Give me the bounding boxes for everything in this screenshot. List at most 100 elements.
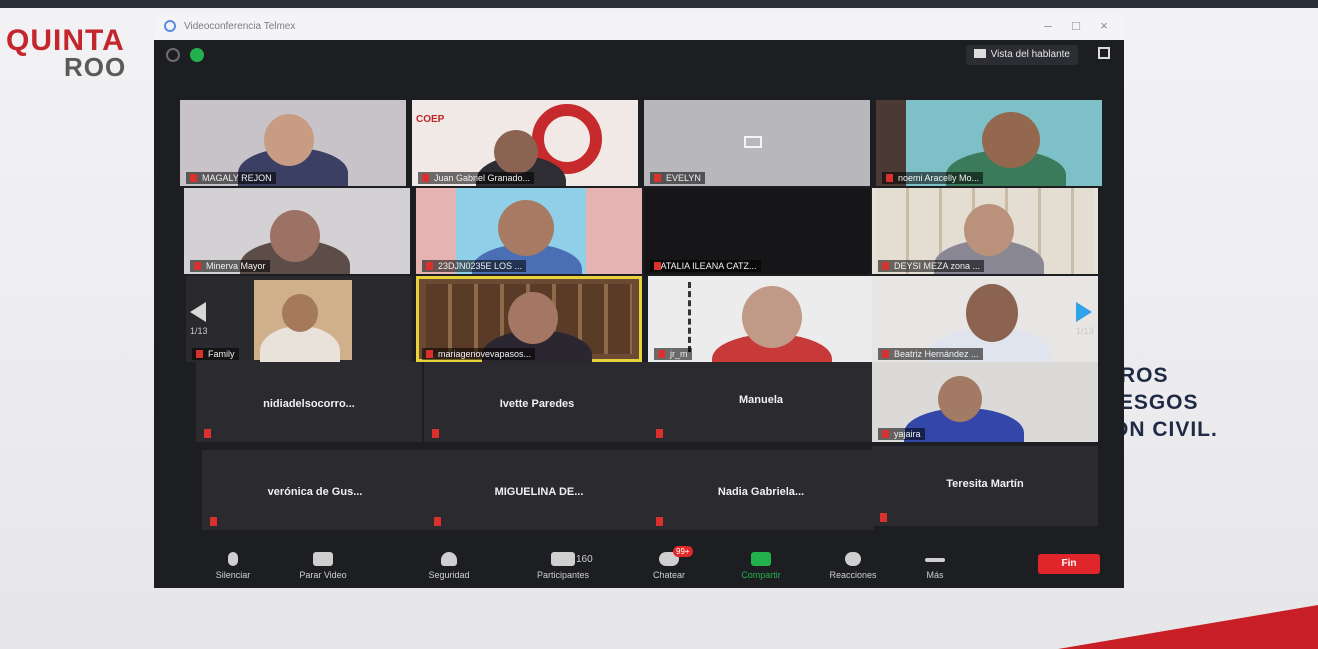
microphone-icon	[228, 552, 238, 566]
muted-mic-icon	[656, 517, 663, 526]
red-swoosh-decoration	[1058, 605, 1318, 649]
window-title: Videoconferencia Telmex	[184, 21, 296, 32]
window-titlebar[interactable]: Videoconferencia Telmex – □ ×	[154, 14, 1124, 40]
participant-name: EVELYN	[650, 172, 705, 184]
chat-badge: 99+	[673, 546, 693, 557]
participant-name: Nadia Gabriela...	[717, 486, 805, 498]
participant-name: Manuela	[738, 394, 783, 406]
participant-tile[interactable]: Manuela	[648, 362, 874, 442]
encryption-shield-icon[interactable]	[190, 48, 205, 62]
participant-name: nidiadelsocorro...	[263, 398, 355, 410]
participant-tile[interactable]: Nadia Gabriela...	[648, 450, 874, 530]
participants-button[interactable]: 160 Participantes	[518, 552, 608, 580]
chat-button[interactable]: 99+ Chatear	[624, 546, 714, 580]
participant-tile[interactable]: Beatriz Hernández ...	[872, 276, 1098, 362]
participant-tile[interactable]: 23DJN0235E LOS ...	[416, 188, 642, 274]
reactions-button[interactable]: Reacciones	[808, 552, 898, 580]
participant-name: DEYSI MEZA zona ...	[878, 260, 985, 272]
muted-mic-icon	[204, 429, 211, 438]
participant-name: verónica de Gus...	[267, 486, 363, 498]
more-label: Más	[926, 570, 944, 580]
fullscreen-icon[interactable]	[1098, 47, 1110, 59]
slide-text: ROS IESGOS ON CIVIL.	[1112, 362, 1218, 443]
participant-tile[interactable]: MIGUELINA DE...	[426, 450, 652, 530]
chat-label: Chatear	[652, 570, 686, 580]
participant-tile[interactable]: Teresita Martín	[872, 446, 1098, 526]
people-icon	[551, 552, 575, 566]
muted-mic-icon	[656, 429, 663, 438]
speaker-view-button[interactable]: Vista del hablante	[965, 45, 1078, 65]
participant-name: Ivette Paredes	[499, 398, 575, 410]
meeting-info-group	[166, 48, 210, 67]
muted-mic-icon	[432, 429, 439, 438]
participant-name: noemi Aracelly Mo...	[882, 172, 984, 184]
app-icon	[164, 20, 176, 32]
slide-line: IESGOS	[1112, 391, 1199, 414]
participant-tile[interactable]: Family	[186, 276, 412, 362]
slide-line: ROS	[1120, 364, 1169, 387]
end-meeting-button[interactable]: Fin	[1038, 554, 1100, 574]
shield-icon	[441, 552, 457, 566]
more-button[interactable]: Más	[890, 552, 980, 580]
security-label: Seguridad	[428, 570, 470, 580]
share-screen-icon	[751, 552, 771, 566]
muted-mic-icon	[210, 517, 217, 526]
participant-name: mariagenovevapasos...	[422, 348, 536, 360]
participants-count: 160	[576, 554, 593, 565]
participant-name: MIGUELINA DE...	[494, 486, 584, 498]
participant-tile[interactable]: Ivette Paredes	[424, 362, 650, 442]
prev-page-button[interactable]: 1/13	[190, 302, 208, 336]
participant-tile[interactable]: jr_m	[648, 276, 874, 362]
security-button[interactable]: Seguridad	[404, 552, 494, 580]
logo-line-1: QUINTA	[6, 24, 125, 57]
page-indicator-right: 1/13	[1076, 326, 1094, 336]
participant-tile[interactable]: DEYSI MEZA zona ...	[872, 188, 1098, 274]
more-dots-icon	[925, 558, 945, 562]
chevron-right-icon	[1076, 302, 1092, 322]
quintana-roo-logo: QUINTA ROO	[6, 24, 127, 82]
share-screen-button[interactable]: Compartir	[716, 552, 806, 580]
participant-name: jr_m	[654, 348, 692, 360]
participant-name: yajaira	[878, 428, 925, 440]
slide-line: ON CIVIL.	[1112, 418, 1218, 441]
participant-tile[interactable]: MAGALY REJON	[180, 100, 406, 186]
chat-bubble-icon: 99+	[659, 546, 693, 566]
participant-name: 23DJN0235E LOS ...	[422, 260, 527, 272]
stop-video-button[interactable]: Parar Video	[278, 552, 368, 580]
page-indicator-left: 1/13	[190, 326, 208, 336]
minimize-button[interactable]: –	[1038, 18, 1058, 33]
muted-mic-icon	[880, 513, 887, 522]
participant-tile[interactable]: EVELYN	[644, 100, 870, 186]
meeting-window: Vista del hablante MAGALY REJON COEP Jua…	[154, 40, 1124, 588]
next-page-button[interactable]: 1/13	[1076, 302, 1094, 336]
participant-tile[interactable]: NATALIA ILEANA CATZ...	[644, 188, 870, 274]
close-button[interactable]: ×	[1094, 18, 1114, 33]
muted-mic-icon	[434, 517, 441, 526]
participant-name: Family	[192, 348, 239, 360]
video-camera-icon	[313, 552, 333, 566]
participant-tile[interactable]: verónica de Gus...	[202, 450, 428, 530]
participant-tile-active-speaker[interactable]: mariagenovevapasos...	[416, 276, 642, 362]
participants-label: Participantes	[536, 570, 590, 580]
speaker-view-label: Vista del hablante	[990, 49, 1070, 60]
info-icon[interactable]	[166, 48, 180, 62]
participant-tile[interactable]: noemi Aracelly Mo...	[876, 100, 1102, 186]
participant-name: Beatriz Hernández ...	[878, 348, 983, 360]
maximize-button[interactable]: □	[1066, 18, 1086, 33]
participant-name: Teresita Martín	[946, 478, 1024, 490]
participant-tile[interactable]: COEP Juan Gabriel Granado...	[412, 100, 638, 186]
participant-name: Minerva Mayor	[190, 260, 270, 272]
logo-line-2: ROO	[64, 52, 127, 82]
participant-tile[interactable]: nidiadelsocorro...	[196, 362, 422, 442]
participant-name: NATALIA ILEANA CATZ...	[650, 260, 761, 272]
participant-tile[interactable]: Minerva Mayor	[184, 188, 410, 274]
participant-name: Juan Gabriel Granado...	[418, 172, 535, 184]
participant-tile[interactable]: yajaira	[872, 362, 1098, 442]
reactions-label: Reacciones	[829, 570, 877, 580]
meeting-toolbar: Silenciar Parar Video Seguridad 160 Part…	[154, 546, 1124, 588]
chevron-left-icon	[190, 302, 206, 322]
mute-label: Silenciar	[215, 570, 251, 580]
grid-icon	[973, 49, 986, 58]
participant-name: MAGALY REJON	[186, 172, 276, 184]
mute-button[interactable]: Silenciar	[188, 552, 278, 580]
